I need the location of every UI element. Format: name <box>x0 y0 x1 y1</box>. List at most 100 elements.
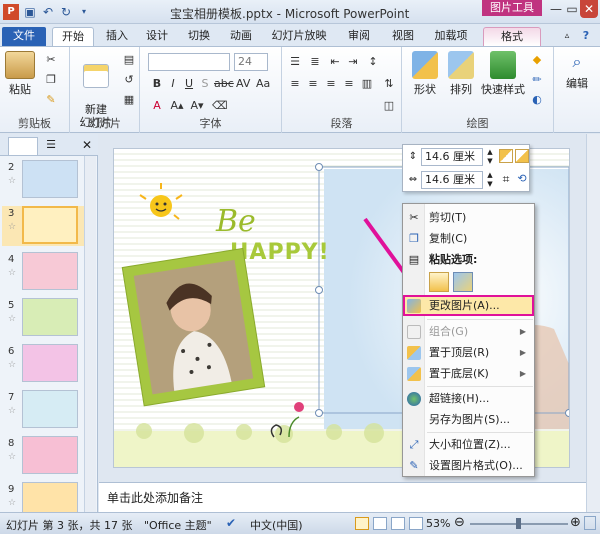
menu-item-format-picture[interactable]: ✎ 设置图片格式(O)... <box>403 455 534 476</box>
help-icon[interactable]: ? <box>578 27 594 46</box>
slide-thumbnail-row[interactable]: 6 ☆ <box>2 344 96 384</box>
change-case-icon[interactable]: Aa <box>256 77 270 91</box>
normal-view-icon[interactable] <box>355 517 369 530</box>
vertical-scrollbar[interactable] <box>586 134 600 512</box>
arrange-button[interactable]: 排列 <box>444 51 478 97</box>
cut-icon[interactable]: ✂ <box>44 53 58 67</box>
underline-icon[interactable]: U <box>182 77 196 91</box>
decrease-indent-icon[interactable]: ⇤ <box>328 55 342 69</box>
menu-item-group[interactable]: 组合(G) ▶ <box>403 321 534 342</box>
tab-slideshow[interactable]: 幻灯片放映 <box>268 27 330 46</box>
copy-icon[interactable]: ❐ <box>44 73 58 87</box>
align-right-icon[interactable]: ≡ <box>324 77 338 91</box>
reset-icon[interactable]: ↺ <box>122 73 136 87</box>
slideshow-view-icon[interactable] <box>409 517 423 530</box>
tab-file[interactable]: 文件 <box>2 27 46 46</box>
tab-slides[interactable] <box>8 137 38 155</box>
menu-item-bring-front[interactable]: 置于顶层(R) ▶ <box>403 342 534 363</box>
paste-keep-format-icon[interactable] <box>429 272 449 292</box>
outline-tab-icon[interactable]: ☰ <box>44 139 58 151</box>
shape-outline-icon[interactable]: ✏ <box>530 73 544 87</box>
minimize-ribbon-icon[interactable]: ▵ <box>560 27 574 46</box>
slide-thumbnail-row[interactable]: 3 ☆ <box>2 206 96 246</box>
tab-addins[interactable]: 加载项 <box>428 27 474 46</box>
crop-icon[interactable]: ⌗ <box>499 172 513 186</box>
slide-thumbnail[interactable] <box>22 206 78 244</box>
slide-thumbnail-row[interactable]: 7 ☆ <box>2 390 96 430</box>
menu-item-save-as-picture[interactable]: 另存为图片(S)... <box>403 409 534 430</box>
bullets-icon[interactable]: ☰ <box>288 55 302 69</box>
line-spacing-icon[interactable]: ↕ <box>366 55 380 69</box>
increase-indent-icon[interactable]: ⇥ <box>346 55 360 69</box>
tab-view[interactable]: 视图 <box>386 27 420 46</box>
menu-item-size-position[interactable]: ⤢ 大小和位置(Z)... <box>403 434 534 455</box>
edit-button[interactable]: ⌕ 编辑 <box>560 51 594 91</box>
clear-format-icon[interactable]: ⌫ <box>212 99 228 113</box>
font-color-icon[interactable]: A <box>150 99 164 113</box>
strikethrough-icon[interactable]: abc <box>214 77 234 91</box>
menu-item-hyperlink[interactable]: 超链接(H)... <box>403 388 534 409</box>
minimize-button[interactable]: — <box>548 0 564 18</box>
tab-transitions[interactable]: 切换 <box>182 27 216 46</box>
maximize-button[interactable]: ▭ <box>564 0 580 18</box>
smartart-icon[interactable]: ◫ <box>382 99 396 113</box>
send-backward-icon[interactable] <box>515 149 529 163</box>
slide-thumbnail[interactable] <box>22 390 78 428</box>
fit-to-window-icon[interactable] <box>584 516 596 530</box>
shape-effects-icon[interactable]: ◐ <box>530 93 544 107</box>
width-input[interactable]: 14.6 厘米 <box>421 171 483 189</box>
width-spinner[interactable]: ▲ ▼ <box>485 171 495 189</box>
tab-format[interactable]: 格式 <box>483 27 541 46</box>
slide-thumbnail[interactable] <box>22 436 78 474</box>
bold-icon[interactable]: B <box>150 77 164 91</box>
menu-item-send-back[interactable]: 置于底层(K) ▶ <box>403 363 534 384</box>
slide-thumbnail[interactable] <box>22 252 78 290</box>
thumbnail-scrollbar[interactable] <box>84 156 96 512</box>
zoom-in-icon[interactable]: ⊕ <box>570 515 581 530</box>
align-center-icon[interactable]: ≡ <box>306 77 320 91</box>
tab-review[interactable]: 审阅 <box>342 27 376 46</box>
tab-design[interactable]: 设计 <box>140 27 174 46</box>
paste-as-picture-icon[interactable] <box>453 272 473 292</box>
redo-icon[interactable]: ↻ <box>58 4 74 20</box>
menu-item-change-picture[interactable]: 更改图片(A)... <box>403 295 534 316</box>
menu-item-cut[interactable]: ✂ 剪切(T) <box>403 207 534 228</box>
tab-insert[interactable]: 插入 <box>100 27 134 46</box>
zoom-slider-thumb[interactable] <box>516 518 521 529</box>
shadow-icon[interactable]: S <box>198 77 212 91</box>
height-input[interactable]: 14.6 厘米 <box>421 148 483 166</box>
notes-pane[interactable]: 单击此处添加备注 <box>99 482 586 512</box>
align-left-icon[interactable]: ≡ <box>288 77 302 91</box>
numbering-icon[interactable]: ≣ <box>308 55 322 69</box>
spellcheck-icon[interactable]: ✔ <box>226 516 236 530</box>
char-spacing-icon[interactable]: AV <box>236 77 250 91</box>
reading-view-icon[interactable] <box>391 517 405 530</box>
customize-quickaccess-icon[interactable]: ▾ <box>76 4 92 20</box>
slide-sorter-icon[interactable] <box>373 517 387 530</box>
slide-thumbnail[interactable] <box>22 298 78 336</box>
tab-animations[interactable]: 动画 <box>224 27 258 46</box>
text-direction-icon[interactable]: ⇅ <box>382 77 396 91</box>
undo-icon[interactable]: ↶ <box>40 4 56 20</box>
quick-styles-button[interactable]: 快速样式 <box>478 51 528 97</box>
slide-thumbnail-row[interactable]: 4 ☆ <box>2 252 96 292</box>
tab-home[interactable]: 开始 <box>52 27 94 46</box>
save-icon[interactable]: ▣ <box>22 4 38 20</box>
layout-icon[interactable]: ▤ <box>122 53 136 67</box>
justify-icon[interactable]: ≡ <box>342 77 356 91</box>
slide-thumbnail[interactable] <box>22 160 78 198</box>
shrink-font-icon[interactable]: A▾ <box>190 99 204 113</box>
zoom-out-icon[interactable]: ⊖ <box>454 515 465 530</box>
bring-forward-icon[interactable] <box>499 149 513 163</box>
close-panel-icon[interactable]: ✕ <box>80 138 94 152</box>
shapes-button[interactable]: 形状 <box>408 51 442 97</box>
font-size-combo[interactable]: 24 <box>234 53 268 71</box>
rotate-icon[interactable]: ⟲ <box>515 172 529 186</box>
italic-icon[interactable]: I <box>166 77 180 91</box>
format-painter-icon[interactable]: ✎ <box>44 93 58 107</box>
grow-font-icon[interactable]: A▴ <box>170 99 184 113</box>
slide-thumbnail-row[interactable]: 8 ☆ <box>2 436 96 476</box>
powerpoint-logo-icon[interactable]: P <box>3 4 19 20</box>
height-spinner[interactable]: ▲ ▼ <box>485 148 495 166</box>
columns-icon[interactable]: ▥ <box>360 77 374 91</box>
